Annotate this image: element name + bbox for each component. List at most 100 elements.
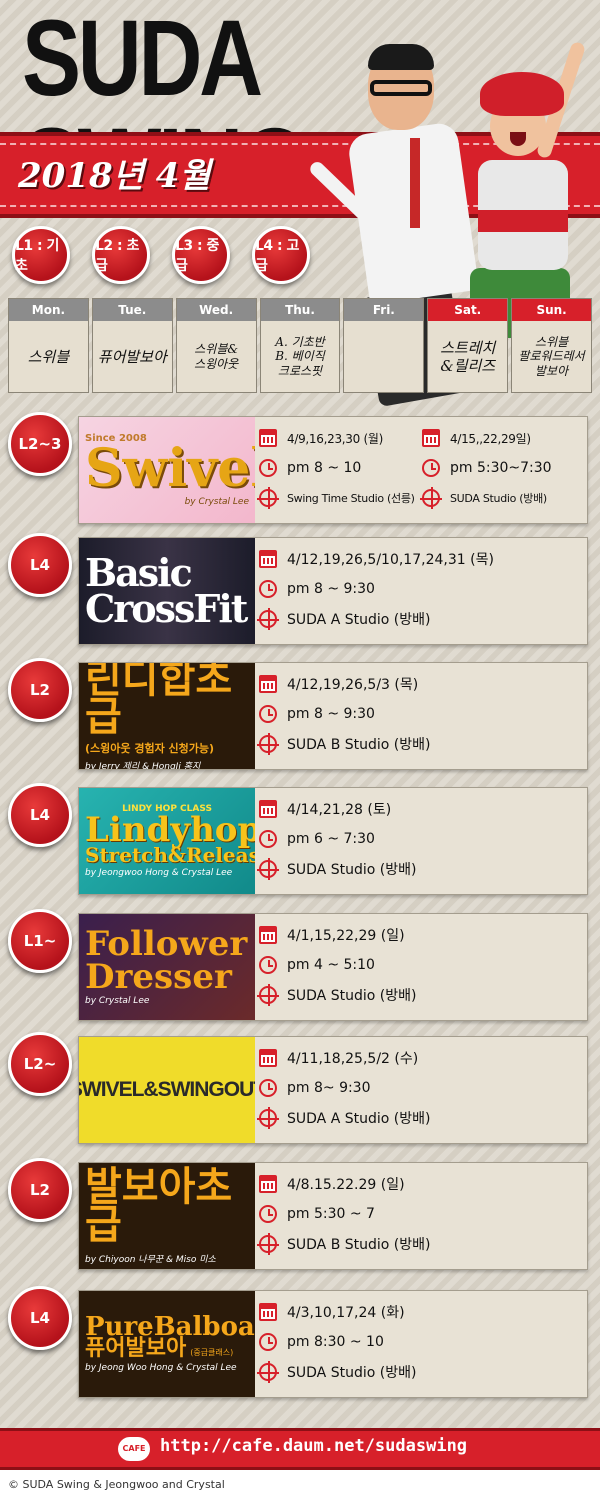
place-row: SUDA Studio (방배) (257, 854, 585, 884)
time-row: pm 8 ~ 9:30 (259, 574, 585, 604)
poster-top: (스윙아웃 경험자 신청가능) (85, 742, 215, 755)
poster-title: Lindyhop (85, 809, 255, 850)
date-row: 4/1,15,22,29 (일) (259, 920, 585, 950)
calendar-icon (259, 675, 277, 693)
class-dates: 4/3,10,17,24 (화) (287, 1305, 405, 1321)
clock-icon (259, 1079, 277, 1097)
poster-sub: by Crystal Lee (184, 496, 249, 507)
class-pure-balboa: PureBalboaoa 퓨어발보아 (중급클래스) by Jeong Woo … (0, 1286, 600, 1402)
location-icon (257, 984, 279, 1006)
class-dates: 4/14,21,28 (토) (287, 802, 392, 818)
location-icon (420, 487, 442, 509)
class-dates: 4/9,16,23,30 (월) (287, 431, 383, 446)
class-poster: Basic CrossFit (79, 538, 255, 644)
class-card: 린디합초급 (스윙아웃 경험자 신청가능) by Jerry 제리 & Hong… (78, 662, 588, 770)
date-row: 4/11,18,25,5/2 (수) (259, 1043, 585, 1073)
man-glasses (370, 80, 432, 96)
class-place: SUDA A Studio (방배) (287, 612, 431, 628)
place-row: SUDA Studio (방배) (257, 1357, 585, 1387)
class-info: 4/11,18,25,5/2 (수) pm 8~ 9:30 SUDA A Stu… (257, 1043, 585, 1133)
class-info: 4/14,21,28 (토) pm 6 ~ 7:30 SUDA Studio (… (257, 794, 585, 884)
class-level-badge: L2 (8, 1158, 72, 1222)
cafe-link[interactable]: http://cafe.daum.net/sudaswing (160, 1436, 467, 1456)
class-level-badge: L4 (8, 533, 72, 597)
class-time-2: pm 5:30~7:30 (450, 460, 552, 476)
poster-title-2: 퓨어발보아 (85, 1336, 187, 1362)
poster-sub: by Jerry 제리 & HongJi 홍지 (85, 762, 201, 769)
class-time: pm 8 ~ 9:30 (287, 581, 375, 597)
calendar-icon (259, 550, 277, 568)
time-row: pm 8 ~ 9:30 (259, 699, 585, 729)
place-row: SUDA A Studio (방배) (257, 604, 585, 634)
class-card: PureBalboaoa 퓨어발보아 (중급클래스) by Jeong Woo … (78, 1290, 588, 1398)
class-poster: LINDY HOP CLASS Lindyhop Stretch&Release… (79, 788, 255, 894)
class-place: SUDA Studio (방배) (287, 1365, 417, 1381)
class-swivel-swingout: SWIVEL&SWINGOUT 4/11,18,25,5/2 (수) pm 8~… (0, 1032, 600, 1148)
time-row: pm 5:30 ~ 7 (259, 1199, 585, 1229)
class-level-badge: L2 (8, 658, 72, 722)
class-level-badge: L2~3 (8, 412, 72, 476)
level-legend: L1 : 기초 L2 : 초급 L3 : 중급 L4 : 고급 (12, 226, 310, 284)
calendar-icon (259, 429, 277, 447)
calendar-icon (259, 800, 277, 818)
day-class: 스위블 팔로워드레서 발보아 (518, 334, 585, 378)
calendar-icon (259, 1175, 277, 1193)
day-mon: Mon. 스위블 (8, 298, 89, 393)
day-thu: Thu. A. 기초반 B. 베이직 크로스핏 (259, 298, 341, 393)
class-lindy-beginner: 린디합초급 (스윙아웃 경험자 신청가능) by Jerry 제리 & Hong… (0, 658, 600, 774)
place-row: SUDA B Studio (방배) (257, 729, 585, 759)
class-poster: Follower Dresser by Crystal Lee (79, 914, 255, 1020)
clock-icon (259, 830, 277, 848)
calendar-icon (259, 1303, 277, 1321)
class-level-badge: L2~ (8, 1032, 72, 1096)
day-head: Wed. (176, 299, 256, 321)
class-time: pm 8 ~ 9:30 (287, 706, 375, 722)
class-place: SUDA B Studio (방배) (287, 737, 431, 753)
class-time: pm 4 ~ 5:10 (287, 957, 375, 973)
place-row: Swing Time Studio (선릉) SUDA Studio (방배) (257, 483, 585, 513)
class-basic-crossfit: Basic CrossFit 4/12,19,26,5/10,17,24,31 … (0, 533, 600, 649)
poster-sub: by Chiyoon 나무꾼 & Miso 미소 (85, 1254, 216, 1265)
class-time: pm 6 ~ 7:30 (287, 831, 375, 847)
clock-icon (259, 459, 277, 477)
class-level-badge: L4 (8, 783, 72, 847)
day-class: 스위블 (27, 347, 70, 366)
level-badge-1: L1 : 기초 (12, 226, 70, 284)
class-info: 4/1,15,22,29 (일) pm 4 ~ 5:10 SUDA Studio… (257, 920, 585, 1010)
class-dates: 4/1,15,22,29 (일) (287, 928, 405, 944)
class-card: 발보아초급 by Chiyoon 나무꾼 & Miso 미소 4/8.15.22… (78, 1162, 588, 1270)
class-place: Swing Time Studio (선릉) (287, 492, 415, 505)
date-row: 4/12,19,26,5/3 (목) (259, 669, 585, 699)
poster-title: Swivel (85, 438, 255, 500)
class-poster: PureBalboaoa 퓨어발보아 (중급클래스) by Jeong Woo … (79, 1291, 255, 1397)
time-row: pm 8~ 9:30 (259, 1073, 585, 1103)
class-place-2: SUDA Studio (방배) (450, 492, 547, 505)
class-poster: Since 2008 Swivel by Crystal Lee (79, 417, 255, 523)
class-card: LINDY HOP CLASS Lindyhop Stretch&Release… (78, 787, 588, 895)
location-icon (257, 733, 279, 755)
class-dates: 4/11,18,25,5/2 (수) (287, 1051, 419, 1067)
day-class: 퓨어발보아 (97, 347, 167, 366)
poster-sub: by Jeongwoo Hong & Crystal Lee (85, 868, 233, 879)
calendar-icon (422, 429, 440, 447)
clock-icon (259, 705, 277, 723)
clock-icon (422, 459, 440, 477)
day-head: Fri. (344, 299, 424, 321)
class-card: SWIVEL&SWINGOUT 4/11,18,25,5/2 (수) pm 8~… (78, 1036, 588, 1144)
day-sat: Sat. 스트레치 &릴리즈 (427, 298, 509, 393)
class-info: 4/12,19,26,5/3 (목) pm 8 ~ 9:30 SUDA B St… (257, 669, 585, 759)
class-place: SUDA Studio (방배) (287, 988, 417, 1004)
class-info: 4/8.15.22.29 (일) pm 5:30 ~ 7 SUDA B Stud… (257, 1169, 585, 1259)
poster-title: Basic CrossFit (85, 549, 248, 631)
day-head: Sun. (512, 299, 592, 321)
class-dates: 4/8.15.22.29 (일) (287, 1177, 405, 1193)
class-info: 4/3,10,17,24 (화) pm 8:30 ~ 10 SUDA Studi… (257, 1297, 585, 1387)
weekly-schedule: Mon. 스위블 Tue. 퓨어발보아 Wed. 스위블& 스윙아웃 Thu. … (8, 298, 593, 393)
day-fri: Fri. (343, 298, 425, 393)
date-row: 4/9,16,23,30 (월) 4/15,,22,29일) (259, 423, 585, 453)
day-class: 스위블& 스윙아웃 (194, 342, 239, 371)
day-tue: Tue. 퓨어발보아 (91, 298, 173, 393)
day-sun: Sun. 스위블 팔로워드레서 발보아 (511, 298, 593, 393)
location-icon (257, 487, 279, 509)
date-row: 4/8.15.22.29 (일) (259, 1169, 585, 1199)
